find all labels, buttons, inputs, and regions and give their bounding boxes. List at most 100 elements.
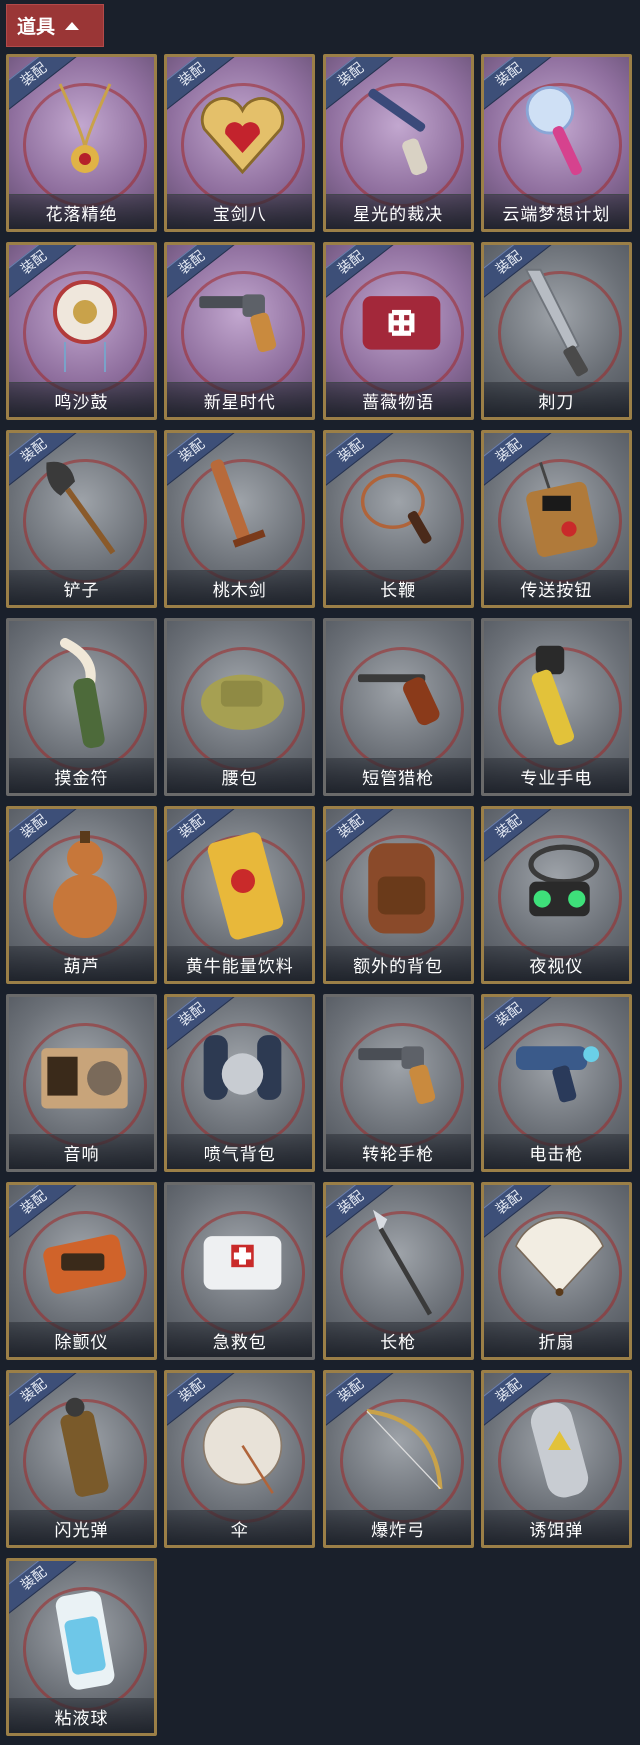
shotgun-icon bbox=[354, 643, 449, 753]
item-card[interactable]: 装配 额外的背包 bbox=[322, 806, 474, 984]
item-name: 折扇 bbox=[483, 1322, 629, 1357]
item-card[interactable]: 音响 bbox=[6, 994, 157, 1172]
slime-ball-icon bbox=[37, 1583, 132, 1693]
stun-gun-icon bbox=[512, 1019, 607, 1129]
item-card[interactable]: 装配 爆炸弓 bbox=[322, 1370, 474, 1548]
chevron-up-icon bbox=[65, 21, 80, 30]
fan-icon bbox=[512, 1207, 607, 1317]
item-card[interactable]: 装配 粘液球 bbox=[6, 1558, 157, 1736]
drum-icon bbox=[37, 267, 132, 377]
item-card[interactable]: 摸金符 bbox=[6, 618, 157, 796]
item-name: 爆炸弓 bbox=[325, 1510, 471, 1545]
flashbang-icon bbox=[37, 1395, 132, 1505]
item-card[interactable]: 装配 星光的裁决 bbox=[322, 54, 474, 232]
item-name: 花落精绝 bbox=[9, 194, 154, 229]
teleport-button-icon bbox=[512, 455, 607, 565]
defibrillator-icon bbox=[37, 1207, 132, 1317]
item-card[interactable]: 转轮手枪 bbox=[322, 994, 474, 1172]
item-name: 蔷薇物语 bbox=[325, 382, 471, 417]
items-section-toggle[interactable]: 道具 bbox=[6, 4, 104, 47]
item-name: 除颤仪 bbox=[9, 1322, 154, 1357]
item-name: 专业手电 bbox=[483, 758, 629, 793]
item-card[interactable]: 专业手电 bbox=[480, 618, 632, 796]
jetpack-icon bbox=[195, 1019, 290, 1129]
item-name: 星光的裁决 bbox=[325, 194, 471, 229]
item-card[interactable]: 急救包 bbox=[164, 1182, 316, 1360]
item-name: 额外的背包 bbox=[325, 946, 471, 981]
whip-icon bbox=[354, 455, 449, 565]
item-card[interactable]: 装配 电击枪 bbox=[480, 994, 632, 1172]
night-vision-icon bbox=[512, 831, 607, 941]
item-name: 转轮手枪 bbox=[325, 1134, 471, 1169]
item-name: 电击枪 bbox=[483, 1134, 629, 1169]
item-name: 桃木剑 bbox=[167, 570, 313, 605]
item-name: 粘液球 bbox=[9, 1698, 154, 1733]
item-card[interactable]: 腰包 bbox=[164, 618, 316, 796]
item-card[interactable]: 装配 长枪 bbox=[322, 1182, 474, 1360]
item-name: 闪光弹 bbox=[9, 1510, 154, 1545]
item-card[interactable]: 装配 云端梦想计划 bbox=[480, 54, 632, 232]
item-name: 音响 bbox=[9, 1134, 154, 1169]
item-card[interactable]: 装配 诱饵弹 bbox=[480, 1370, 632, 1548]
umbrella-icon bbox=[195, 1395, 290, 1505]
backpack-icon bbox=[354, 831, 449, 941]
item-name: 铲子 bbox=[9, 570, 154, 605]
decoy-icon bbox=[512, 1395, 607, 1505]
section-title: 道具 bbox=[17, 16, 56, 38]
item-card[interactable]: 装配 鸣沙鼓 bbox=[6, 242, 157, 420]
medkit-icon bbox=[354, 267, 449, 377]
speaker-icon bbox=[37, 1019, 132, 1129]
item-name: 长鞭 bbox=[325, 570, 471, 605]
item-card[interactable]: 装配 喷气背包 bbox=[164, 994, 316, 1172]
item-name: 鸣沙鼓 bbox=[9, 382, 154, 417]
item-card[interactable]: 短管猎枪 bbox=[322, 618, 474, 796]
item-card[interactable]: 装配 花落精绝 bbox=[6, 54, 157, 232]
flintlock-icon bbox=[354, 79, 449, 189]
scepter-icon bbox=[512, 79, 607, 189]
item-name: 云端梦想计划 bbox=[483, 194, 629, 229]
flashlight-icon bbox=[512, 643, 607, 753]
item-card[interactable]: 装配 蔷薇物语 bbox=[322, 242, 474, 420]
item-name: 传送按钮 bbox=[483, 570, 629, 605]
item-name: 诱饵弹 bbox=[483, 1510, 629, 1545]
item-card[interactable]: 装配 葫芦 bbox=[6, 806, 157, 984]
item-name: 葫芦 bbox=[9, 946, 154, 981]
talisman-icon bbox=[37, 638, 132, 753]
heart-locket-icon bbox=[195, 79, 290, 189]
item-name: 短管猎枪 bbox=[325, 758, 471, 793]
item-card[interactable]: 装配 铲子 bbox=[6, 430, 157, 608]
revolver-icon bbox=[354, 1019, 449, 1129]
item-name: 急救包 bbox=[167, 1322, 313, 1357]
item-card[interactable]: 装配 新星时代 bbox=[164, 242, 316, 420]
item-name: 宝剑八 bbox=[167, 194, 313, 229]
item-name: 摸金符 bbox=[9, 758, 154, 793]
item-card[interactable]: 装配 长鞭 bbox=[322, 430, 474, 608]
item-grid: 装配 花落精绝 装配 宝剑八 装配 星光的裁决 装配 云端梦想计划装配 鸣沙鼓 装配 新星时代 装配蔷… bbox=[6, 54, 632, 1736]
waist-bag-icon bbox=[195, 643, 290, 753]
item-name: 长枪 bbox=[325, 1322, 471, 1357]
necklace-icon bbox=[37, 79, 132, 189]
item-card[interactable]: 装配 夜视仪 bbox=[480, 806, 632, 984]
item-card[interactable]: 装配 桃木剑 bbox=[164, 430, 316, 608]
item-card[interactable]: 装配 传送按钮 bbox=[480, 430, 632, 608]
item-card[interactable]: 装配 闪光弹 bbox=[6, 1370, 157, 1548]
revolver-icon bbox=[195, 267, 290, 377]
spear-icon bbox=[354, 1207, 449, 1317]
item-card[interactable]: 装配 宝剑八 bbox=[164, 54, 316, 232]
item-name: 刺刀 bbox=[483, 382, 629, 417]
wooden-sword-icon bbox=[195, 455, 290, 565]
item-name: 腰包 bbox=[167, 758, 313, 793]
item-name: 新星时代 bbox=[167, 382, 313, 417]
item-name: 喷气背包 bbox=[167, 1134, 313, 1169]
item-name: 伞 bbox=[167, 1510, 313, 1545]
bayonet-icon bbox=[512, 267, 607, 377]
item-card[interactable]: 装配 黄牛能量饮料 bbox=[164, 806, 316, 984]
bow-icon bbox=[354, 1395, 449, 1505]
item-name: 黄牛能量饮料 bbox=[167, 946, 313, 981]
item-card[interactable]: 装配 除颤仪 bbox=[6, 1182, 157, 1360]
item-card[interactable]: 装配伞 bbox=[164, 1370, 316, 1548]
gourd-icon bbox=[37, 831, 132, 941]
item-card[interactable]: 装配 折扇 bbox=[480, 1182, 632, 1360]
energy-drink-icon bbox=[195, 831, 290, 941]
item-card[interactable]: 装配 刺刀 bbox=[480, 242, 632, 420]
